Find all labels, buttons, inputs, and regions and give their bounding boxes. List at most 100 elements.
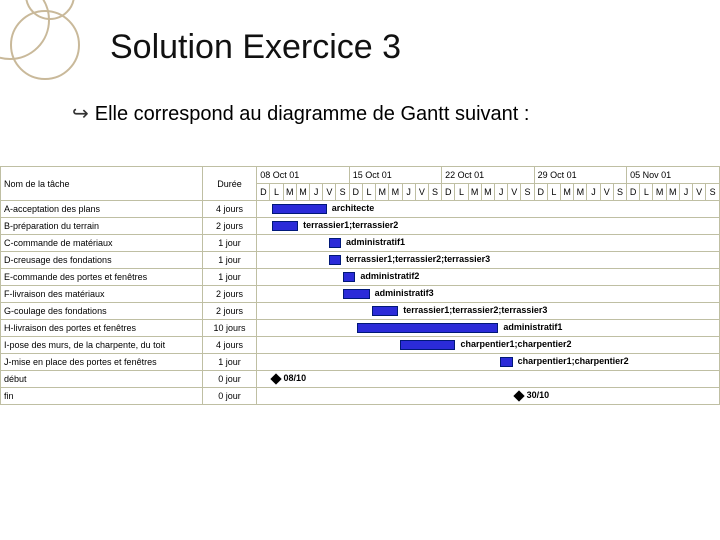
day-header: M bbox=[376, 184, 389, 201]
day-header: S bbox=[613, 184, 626, 201]
day-header: M bbox=[296, 184, 309, 201]
gantt-bar bbox=[400, 340, 455, 350]
day-header: M bbox=[653, 184, 666, 201]
task-row: G-coulage des fondations2 joursterrassie… bbox=[1, 303, 720, 320]
day-header: J bbox=[587, 184, 600, 201]
task-name: D-creusage des fondations bbox=[1, 252, 203, 269]
day-header: S bbox=[706, 184, 720, 201]
resource-label: terrassier1;terrassier2;terrassier3 bbox=[403, 305, 547, 315]
task-duration: 2 jours bbox=[202, 218, 257, 235]
timeline-cell: administratif3 bbox=[257, 286, 720, 303]
gantt-bar bbox=[372, 306, 399, 316]
task-row: B-préparation du terrain2 jours terrassie… bbox=[1, 218, 720, 235]
day-header: S bbox=[521, 184, 534, 201]
gantt-bar bbox=[500, 357, 512, 367]
resource-label: charpentier1;charpentier2 bbox=[460, 339, 571, 349]
task-duration: 2 jours bbox=[202, 286, 257, 303]
task-row: D-creusage des fondations1 jourterrassie… bbox=[1, 252, 720, 269]
date-header: 05 Nov 01 bbox=[627, 167, 720, 184]
task-row: début0 jour 08/10 bbox=[1, 371, 720, 388]
task-duration: 10 jours bbox=[202, 320, 257, 337]
milestone-icon bbox=[270, 373, 281, 384]
day-header: V bbox=[323, 184, 336, 201]
timeline-cell: architecte bbox=[257, 201, 720, 218]
day-header: V bbox=[693, 184, 706, 201]
timeline-cell: charpentier1;charpentier2 bbox=[257, 354, 720, 371]
subtitle-text: Elle correspond au diagramme de Gantt su… bbox=[0, 67, 720, 126]
timeline-cell: administratif1 bbox=[257, 320, 720, 337]
gantt-bar bbox=[329, 238, 341, 248]
task-name: B-préparation du terrain bbox=[1, 218, 203, 235]
day-header: M bbox=[389, 184, 402, 201]
task-name: début bbox=[1, 371, 203, 388]
resource-label: architecte bbox=[332, 203, 375, 213]
day-header: L bbox=[455, 184, 468, 201]
gantt-bar bbox=[357, 323, 498, 333]
milestone-label: 08/10 bbox=[284, 373, 307, 383]
day-header: J bbox=[310, 184, 323, 201]
task-name: C-commande de matériaux bbox=[1, 235, 203, 252]
timeline-cell: administratif2 bbox=[257, 269, 720, 286]
day-header: D bbox=[534, 184, 547, 201]
task-name: fin bbox=[1, 388, 203, 405]
day-header: J bbox=[679, 184, 692, 201]
timeline-cell: 08/10 bbox=[257, 371, 720, 388]
task-row: A-acceptation des plans4 jours architecte bbox=[1, 201, 720, 218]
task-duration: 1 jour bbox=[202, 269, 257, 286]
task-row: F-livraison des matériaux2 jours administ… bbox=[1, 286, 720, 303]
day-header: D bbox=[257, 184, 270, 201]
day-header: J bbox=[494, 184, 507, 201]
task-row: fin0 jour 30/10 bbox=[1, 388, 720, 405]
resource-label: terrassier1;terrassier2;terrassier3 bbox=[346, 254, 490, 264]
timeline-cell: charpentier1;charpentier2 bbox=[257, 337, 720, 354]
task-name: A-acceptation des plans bbox=[1, 201, 203, 218]
resource-label: administratif1 bbox=[503, 322, 562, 332]
gantt-bar bbox=[343, 272, 355, 282]
gantt-bar bbox=[272, 221, 299, 231]
day-header: V bbox=[508, 184, 521, 201]
timeline-cell: administratif1 bbox=[257, 235, 720, 252]
resource-label: administratif2 bbox=[360, 271, 419, 281]
day-header: L bbox=[640, 184, 653, 201]
task-row: E-commande des portes et fenêtres1 jour a… bbox=[1, 269, 720, 286]
day-header: D bbox=[627, 184, 640, 201]
task-name: E-commande des portes et fenêtres bbox=[1, 269, 203, 286]
date-header: 15 Oct 01 bbox=[349, 167, 441, 184]
day-header: S bbox=[336, 184, 349, 201]
resource-label: administratif3 bbox=[375, 288, 434, 298]
timeline-cell: terrassier1;terrassier2;terrassier3 bbox=[257, 303, 720, 320]
task-row: C-commande de matériaux1 jouradministrat… bbox=[1, 235, 720, 252]
task-name: F-livraison des matériaux bbox=[1, 286, 203, 303]
gantt-table: Nom de la tâche Durée 08 Oct 01 15 Oct 0… bbox=[0, 166, 720, 405]
milestone-label: 30/10 bbox=[527, 390, 550, 400]
day-header: L bbox=[547, 184, 560, 201]
day-header: J bbox=[402, 184, 415, 201]
day-header: M bbox=[468, 184, 481, 201]
task-duration: 4 jours bbox=[202, 201, 257, 218]
day-header: V bbox=[600, 184, 613, 201]
page-title: Solution Exercice 3 bbox=[0, 0, 720, 67]
resource-label: charpentier1;charpentier2 bbox=[518, 356, 629, 366]
day-header: M bbox=[481, 184, 494, 201]
milestone-icon bbox=[513, 390, 524, 401]
gantt-chart: Nom de la tâche Durée 08 Oct 01 15 Oct 0… bbox=[0, 166, 720, 405]
task-name: G-coulage des fondations bbox=[1, 303, 203, 320]
resource-label: terrassier1;terrassier2 bbox=[303, 220, 398, 230]
task-name: I-pose des murs, de la charpente, du toi… bbox=[1, 337, 203, 354]
timeline-cell: terrassier1;terrassier2 bbox=[257, 218, 720, 235]
task-duration: 0 jour bbox=[202, 388, 257, 405]
resource-label: administratif1 bbox=[346, 237, 405, 247]
day-header: M bbox=[561, 184, 574, 201]
col-header-task: Nom de la tâche bbox=[1, 167, 203, 201]
task-row: J-mise en place des portes et fenêtres1 … bbox=[1, 354, 720, 371]
gantt-bar bbox=[343, 289, 370, 299]
col-header-duration: Durée bbox=[202, 167, 257, 201]
timeline-cell: terrassier1;terrassier2;terrassier3 bbox=[257, 252, 720, 269]
day-header: M bbox=[574, 184, 587, 201]
gantt-bar bbox=[272, 204, 327, 214]
day-header: S bbox=[428, 184, 441, 201]
date-header: 08 Oct 01 bbox=[257, 167, 349, 184]
task-row: I-pose des murs, de la charpente, du toi… bbox=[1, 337, 720, 354]
task-duration: 0 jour bbox=[202, 371, 257, 388]
date-header: 29 Oct 01 bbox=[534, 167, 626, 184]
